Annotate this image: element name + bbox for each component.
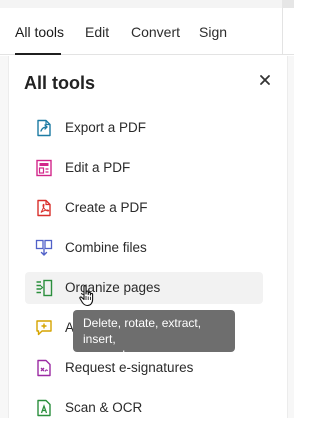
top-strip-corner: [282, 0, 294, 8]
tab-edit[interactable]: Edit: [85, 24, 109, 40]
tool-label: Scan & OCR: [65, 400, 143, 415]
tool-organize-pages[interactable]: Organize pages: [25, 272, 263, 304]
organize-pages-tooltip: Delete, rotate, extract, insert, or reor…: [73, 310, 235, 362]
tool-combine-files[interactable]: Combine files: [25, 232, 263, 264]
panel-title: All tools: [24, 73, 95, 93]
tool-label: Combine files: [65, 240, 147, 255]
tool-create-pdf[interactable]: Create a PDF: [25, 192, 263, 224]
tooltip-line-2: or reorder pages: [83, 348, 172, 362]
tab-all-tools[interactable]: All tools: [15, 24, 64, 40]
request-esignatures-icon: [37, 359, 51, 377]
tool-label: Export a PDF: [65, 120, 147, 135]
close-icon[interactable]: [257, 72, 273, 88]
organize-pages-icon: [36, 279, 53, 297]
tab-sign[interactable]: Sign: [199, 24, 227, 40]
tool-scan-ocr[interactable]: Scan & OCR: [25, 392, 263, 424]
scan-ocr-icon: [37, 399, 51, 417]
hand-pointer-cursor-icon: [79, 285, 94, 307]
export-pdf-icon: [37, 119, 51, 137]
top-strip: [0, 0, 294, 8]
tool-edit-pdf[interactable]: Edit a PDF: [25, 152, 263, 184]
tooltip-line-1: Delete, rotate, extract, insert,: [83, 316, 202, 346]
tool-label: Create a PDF: [65, 200, 148, 215]
active-tab-indicator: [15, 53, 61, 55]
tool-export-pdf[interactable]: Export a PDF: [25, 112, 263, 144]
edit-pdf-icon: [36, 159, 52, 177]
tab-bar-divider: [282, 8, 283, 55]
combine-files-icon: [35, 239, 53, 256]
tab-bar: All tools Edit Convert Sign: [0, 8, 294, 55]
add-comments-icon: [36, 320, 52, 336]
create-pdf-icon: [37, 199, 51, 217]
all-tools-panel: All tools Export a PDF Edit a PDF Create…: [8, 56, 288, 418]
tab-convert[interactable]: Convert: [131, 24, 180, 40]
tool-label: Edit a PDF: [65, 160, 131, 175]
